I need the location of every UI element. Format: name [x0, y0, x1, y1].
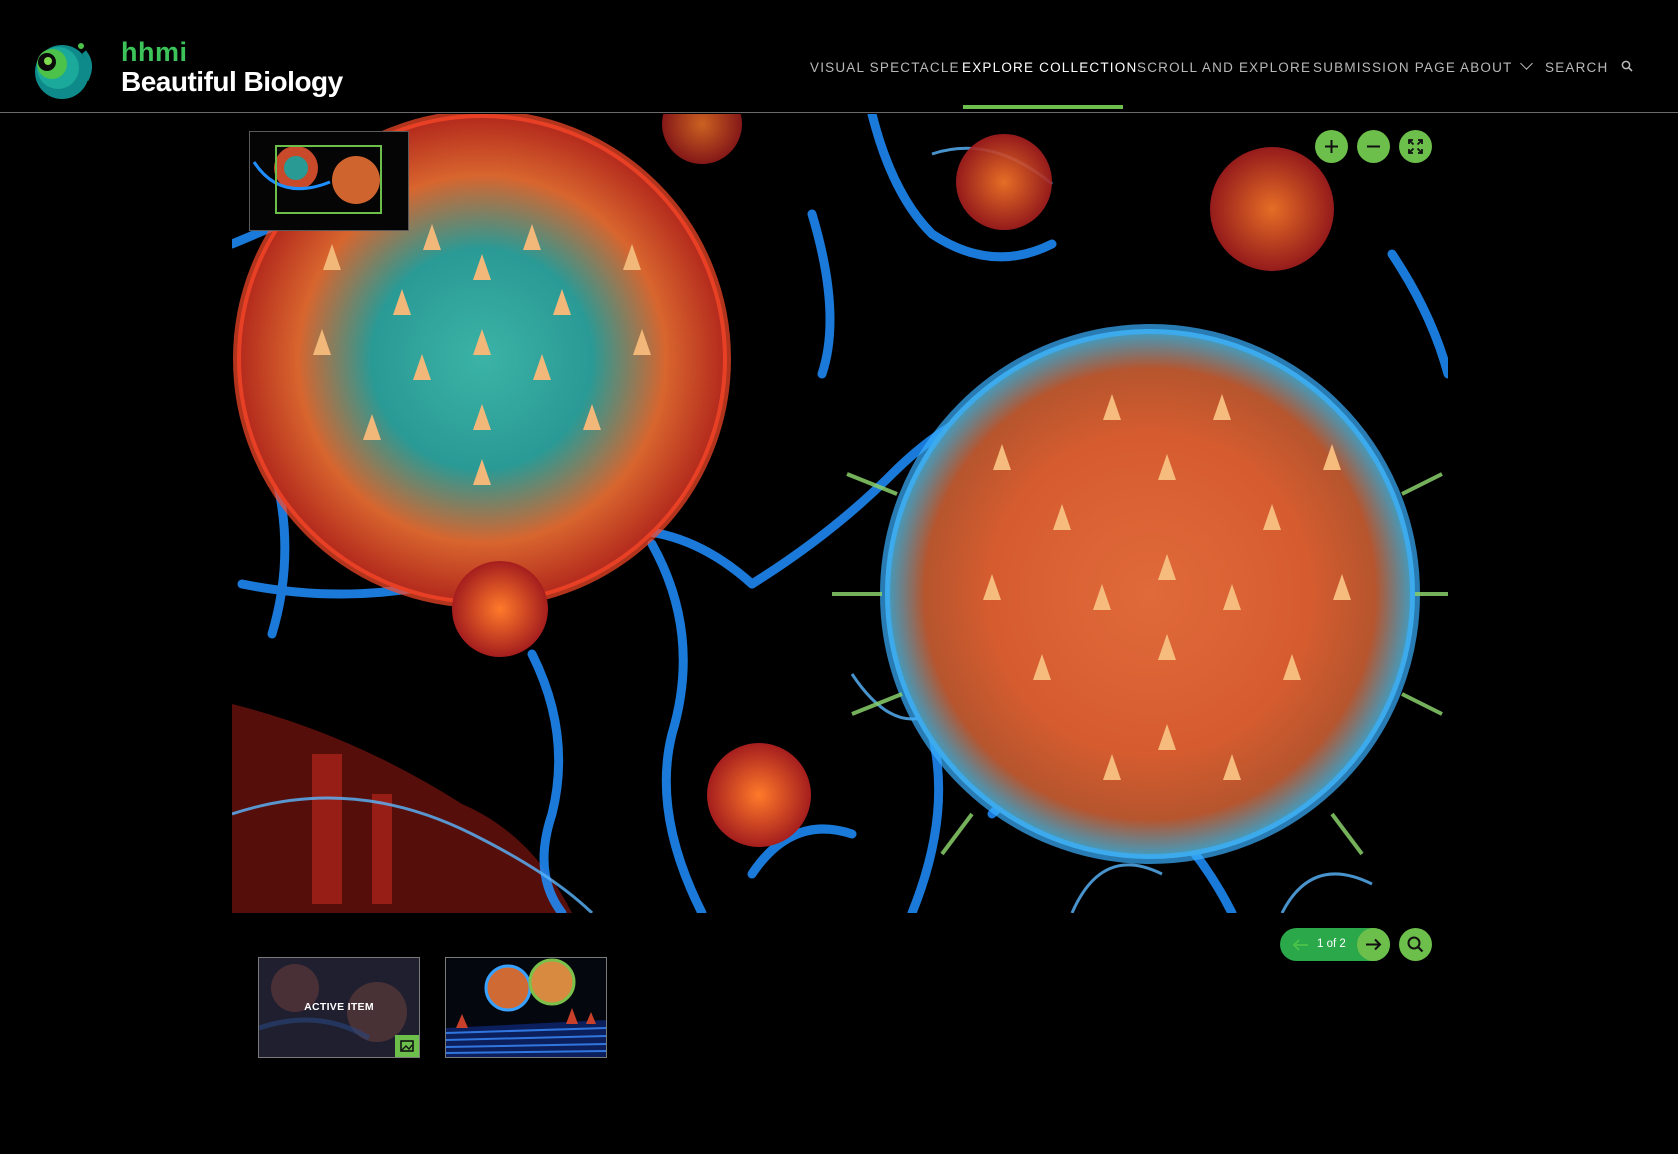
thumbnail-image-2 [446, 958, 606, 1057]
image-navigator[interactable] [249, 131, 409, 231]
magnify-button[interactable] [1399, 928, 1432, 961]
thumbnail-label: ACTIVE ITEM [304, 1001, 374, 1013]
active-nav-indicator [963, 105, 1123, 109]
zoom-out-button[interactable] [1357, 130, 1390, 163]
nav-submission-page[interactable]: SUBMISSION PAGE [1313, 60, 1456, 75]
nav-about[interactable]: ABOUT [1460, 57, 1533, 75]
nav-scroll-and-explore[interactable]: SCROLL AND EXPLORE [1137, 60, 1311, 75]
image-icon [400, 1040, 414, 1052]
nav-search-label: SEARCH [1545, 60, 1609, 75]
arrow-right-icon [1366, 938, 1382, 951]
zoom-out-icon [1367, 145, 1380, 148]
nav-about-label: ABOUT [1460, 60, 1513, 75]
search-icon [1622, 60, 1633, 72]
site-header: hhmi Beautiful Biology VISUAL SPECTACLE … [0, 0, 1678, 113]
thumbnail-active[interactable]: ACTIVE ITEM [258, 957, 420, 1058]
image-badge [395, 1035, 419, 1057]
image-viewer[interactable] [232, 114, 1448, 913]
main-nav: VISUAL SPECTACLE EXPLORE COLLECTION SCRO… [0, 57, 1678, 80]
zoom-in-icon [1325, 140, 1338, 153]
next-image-button[interactable] [1357, 928, 1390, 961]
thumbnail-2[interactable] [445, 957, 607, 1058]
image-pager: 1 of 2 [1280, 928, 1390, 961]
chevron-down-icon [1519, 57, 1533, 70]
nav-explore-collection[interactable]: EXPLORE COLLECTION [962, 60, 1137, 75]
pager-count: 1 of 2 [1317, 938, 1346, 950]
nav-search[interactable]: SEARCH [1545, 60, 1633, 75]
zoom-in-button[interactable] [1315, 130, 1348, 163]
nav-visual-spectacle[interactable]: VISUAL SPECTACLE [810, 60, 960, 75]
navigator-viewport-box[interactable] [275, 145, 382, 214]
arrow-left-icon[interactable] [1290, 934, 1312, 956]
magnifier-icon [1407, 936, 1424, 953]
fullscreen-button[interactable] [1399, 130, 1432, 163]
pollen-micrograph[interactable] [232, 114, 1448, 913]
fullscreen-icon [1408, 139, 1423, 154]
